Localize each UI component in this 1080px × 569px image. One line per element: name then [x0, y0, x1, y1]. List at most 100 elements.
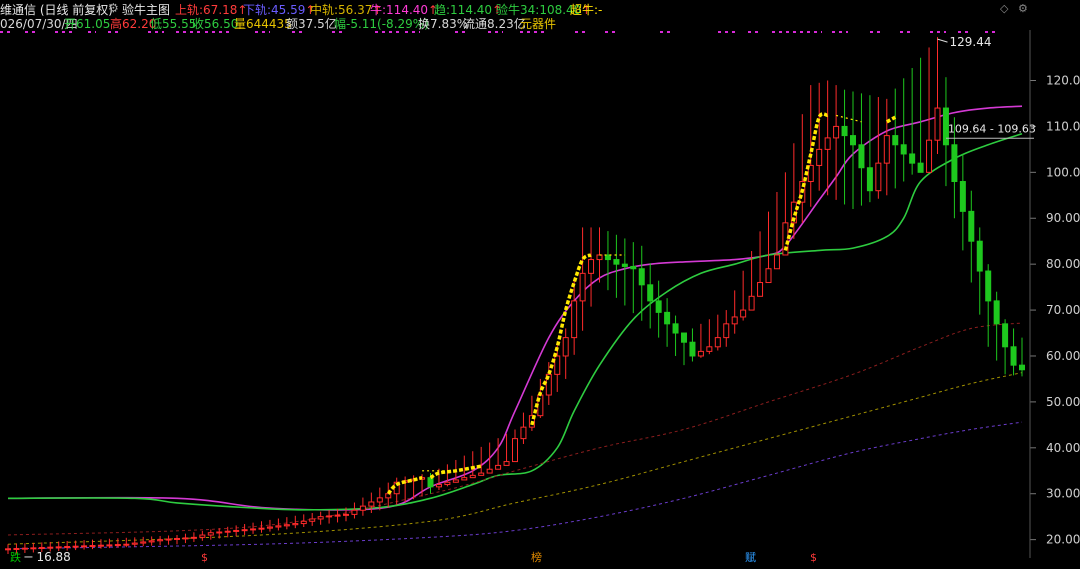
- candle-body-53: [452, 479, 459, 483]
- candle-body-38: [326, 515, 333, 518]
- candle-body-101: [858, 144, 865, 169]
- candle-body-114: [968, 210, 975, 242]
- candle-body-71: [604, 254, 611, 261]
- candle-body-27: [233, 529, 240, 532]
- candle-body-8: [72, 545, 79, 548]
- y-tick-label-10: 120.00: [1046, 74, 1080, 88]
- candle-body-16: [140, 541, 147, 544]
- candle-body-91: [773, 254, 780, 270]
- candle-body-60: [512, 438, 518, 463]
- super-bull-segment-4: [885, 115, 897, 124]
- candle-body-2: [21, 547, 28, 550]
- candle-body-112: [951, 144, 958, 183]
- candle-body-75: [638, 268, 645, 286]
- candle-body-106: [900, 144, 907, 155]
- candle-body-118: [1002, 323, 1009, 348]
- candle-body-79: [672, 323, 679, 334]
- candle-body-72: [613, 259, 620, 265]
- candle-body-37: [317, 516, 324, 520]
- super-bull-dotted-2: [835, 114, 862, 123]
- candle-body-57: [486, 468, 493, 474]
- y-tick-label-0: 20.00: [1046, 533, 1080, 547]
- y-tick-label-1: 30.00: [1046, 487, 1080, 501]
- candle-body-35: [300, 520, 307, 525]
- candle-body-4: [38, 547, 45, 550]
- candle-body-39: [334, 514, 341, 517]
- candle-body-28: [241, 529, 248, 532]
- candle-body-3: [30, 547, 37, 550]
- candle-body-40: [343, 513, 349, 516]
- candle-body-51: [435, 484, 442, 488]
- min-price-label: 16.88: [36, 550, 70, 564]
- candlestick-chart[interactable]: 20.00 30.00 40.00 50.00 60.00 70.00 80.00 90.00…: [0, 0, 1080, 569]
- candle-body-42: [359, 505, 366, 511]
- candle-body-19: [165, 538, 172, 541]
- candle-body-26: [224, 530, 231, 533]
- candle-body-12: [106, 544, 113, 547]
- candle-body-29: [250, 528, 257, 531]
- candle-body-105: [892, 135, 899, 146]
- candle-body-116: [985, 270, 992, 302]
- max-price-label: 129.44: [950, 35, 992, 49]
- y-tick-label-9: 110.00: [1046, 119, 1080, 133]
- candle-body-100: [850, 135, 856, 146]
- candle-body-68: [579, 272, 586, 302]
- candle-body-24: [207, 532, 214, 536]
- candle-body-119: [1010, 346, 1017, 366]
- series-line-2: [7, 322, 1023, 536]
- candle-body-115: [976, 240, 983, 272]
- candle-body-34: [292, 523, 299, 526]
- candle-body-20: [174, 537, 180, 540]
- y-tick-label-6: 80.00: [1046, 257, 1080, 271]
- candle-body-98: [833, 125, 840, 139]
- candle-body-5: [47, 546, 54, 549]
- y-tick-label-4: 60.00: [1046, 349, 1080, 363]
- candle-body-44: [376, 497, 383, 503]
- candle-body-66: [562, 337, 569, 357]
- candle-body-107: [909, 153, 916, 164]
- candle-body-113: [959, 181, 966, 212]
- candle-body-52: [444, 481, 451, 486]
- candle-body-88: [748, 295, 755, 311]
- candle-body-43: [368, 501, 375, 507]
- candle-body-103: [875, 162, 882, 192]
- candle-body-6: [55, 546, 62, 549]
- candle-body-97: [824, 137, 831, 150]
- candle-body-65: [554, 355, 561, 375]
- y-tick-label-8: 100.00: [1046, 165, 1080, 179]
- candle-body-70: [596, 254, 603, 261]
- candle-body-59: [503, 461, 510, 466]
- max-pointer: [937, 38, 948, 43]
- candle-body-81: [689, 341, 696, 357]
- candle-body-32: [275, 525, 282, 528]
- candle-body-56: [478, 472, 485, 476]
- candle-body-31: [266, 526, 273, 529]
- candle-body-15: [131, 542, 138, 545]
- candle-body-10: [89, 545, 96, 548]
- candle-body-67: [571, 300, 578, 339]
- candle-body-7: [64, 546, 71, 549]
- candle-body-36: [309, 518, 316, 522]
- candle-body-109: [926, 139, 933, 173]
- candle-body-21: [182, 537, 189, 540]
- candle-body-55: [469, 474, 476, 479]
- candle-body-74: [630, 265, 637, 270]
- candle-body-90: [765, 268, 772, 284]
- candle-body-104: [883, 135, 890, 164]
- candle-body-33: [283, 524, 290, 527]
- bottom-marker-1: $: [201, 551, 208, 564]
- bottom-marker-3: 赋: [745, 551, 756, 564]
- candle-body-30: [258, 527, 265, 530]
- range-label: 109.64 - 109.63: [948, 122, 1036, 135]
- candle-body-1: [13, 547, 20, 550]
- y-tick-label-5: 70.00: [1046, 303, 1080, 317]
- candle-body-85: [723, 323, 730, 339]
- candle-body-86: [731, 316, 738, 325]
- candle-body-22: [190, 536, 197, 539]
- candle-body-58: [495, 464, 502, 470]
- candle-body-25: [216, 531, 223, 534]
- candle-body-11: [97, 544, 104, 547]
- candle-body-23: [199, 534, 206, 538]
- y-tick-label-2: 40.00: [1046, 441, 1080, 455]
- super-bull-segment-3: [783, 112, 828, 251]
